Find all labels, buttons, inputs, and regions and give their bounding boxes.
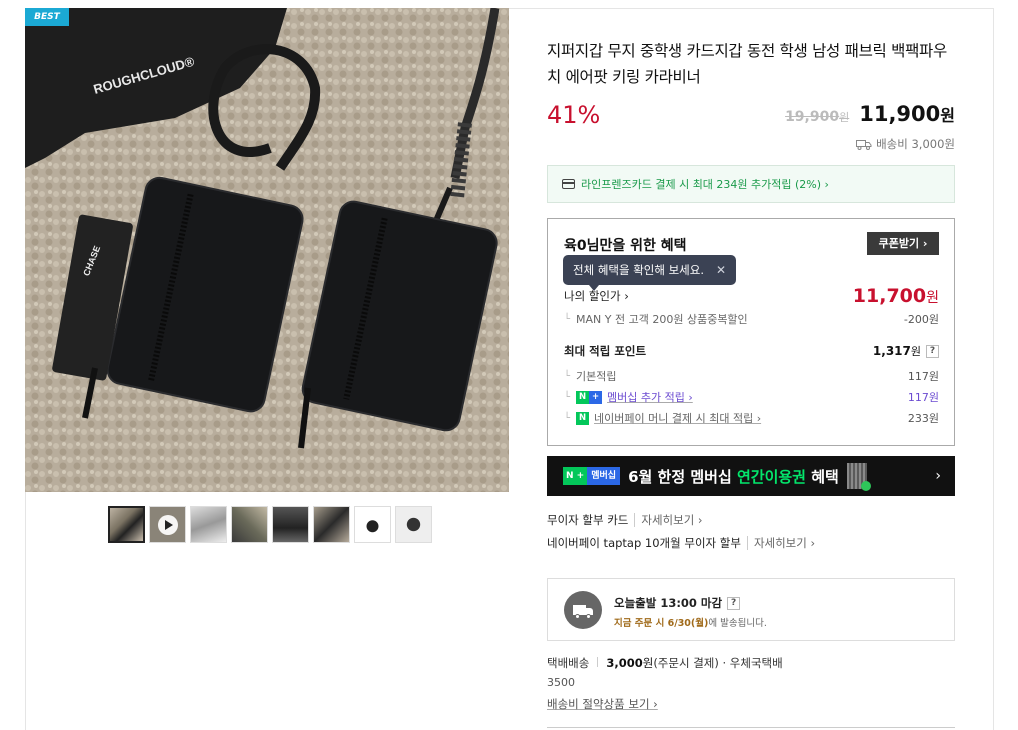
- coupon-line-row: └ MAN Y 전 고객 200원 상품중복할인 -200원: [564, 311, 939, 327]
- product-photo: ROUGHCLOUD® CHASE: [25, 8, 509, 492]
- membership-text: 6월 한정 멤버십 연간이용권 혜택: [628, 467, 839, 486]
- delivery-sub: 지금 주문 시 6/30(월)에 발송됩니다.: [614, 618, 767, 629]
- installment-naverpay-row: 네이버페이 taptap 10개월 무이자 할부 자세히보기 ›: [547, 535, 816, 551]
- tree-branch-icon: └: [564, 412, 571, 424]
- max-points-value: 1,317원?: [873, 343, 939, 359]
- shipping-carrier: · 우체국택배: [722, 656, 783, 670]
- discount-rate: 41%: [547, 101, 601, 129]
- delivery-title: 오늘출발 13:00 마감?: [614, 595, 741, 611]
- membership-banner[interactable]: N + 멤버십 6월 한정 멤버십 연간이용권 혜택 ›: [547, 456, 955, 496]
- main-product-image[interactable]: BEST ROUGHCLOUD® CHASE: [25, 8, 509, 492]
- sale-price: 11,900원: [859, 102, 955, 126]
- installment-card-row: 무이자 할부 카드 자세히보기 ›: [547, 512, 703, 528]
- member-points-value: 117원: [907, 391, 939, 404]
- product-title: 지퍼지갑 무지 중학생 카드지갑 동전 학생 남성 패브릭 백팩파우치 에어팟 …: [547, 42, 947, 86]
- best-badge: BEST: [25, 8, 69, 26]
- coupon-line-value: -200원: [903, 313, 939, 326]
- thumbnail-strip: [108, 506, 432, 543]
- truck-icon: [856, 139, 872, 150]
- delivery-box: 오늘출발 13:00 마감? 지금 주문 시 6/30(월)에 발송됩니다.: [547, 578, 955, 641]
- close-icon[interactable]: ✕: [716, 263, 726, 277]
- benefit-tooltip: 전체 혜택을 확인해 보세요. ✕: [563, 255, 737, 291]
- coupon-button[interactable]: 쿠폰받기 ›: [867, 232, 939, 255]
- chevron-right-icon: ›: [935, 468, 941, 484]
- membership-badge: N + 멤버십: [563, 467, 621, 485]
- benefit-title: 육0님만을 위한 혜택: [564, 238, 687, 254]
- installment-card-label: 무이자 할부 카드: [547, 513, 629, 527]
- shipping-saving-link[interactable]: 배송비 절약상품 보기 ›: [547, 696, 658, 712]
- thumbnail-5[interactable]: [272, 506, 309, 543]
- my-discount-label[interactable]: 나의 할인가 ›: [564, 288, 629, 304]
- max-points-row: 최대 적립 포인트 1,317원?: [564, 343, 939, 359]
- coupon-line-label: MAN Y 전 고객 200원 상품중복할인: [576, 313, 748, 326]
- shipping-method: 택배배송: [547, 656, 590, 670]
- naver-plus-icon: N +: [576, 390, 603, 404]
- installment-naverpay-label: 네이버페이 taptap 10개월 무이자 할부: [547, 536, 741, 550]
- member-points-row: └ N + 멤버십 추가 적립 › 117원: [564, 389, 939, 405]
- shipping-fee-note: (주문시 결제): [653, 656, 719, 670]
- naverpay-points-link[interactable]: 네이버페이 머니 결제 시 최대 적립 ›: [594, 410, 761, 426]
- member-points-link[interactable]: 멤버십 추가 적립 ›: [607, 389, 693, 405]
- shipping-fee-value: 3,000원: [606, 656, 654, 670]
- shipping-info: 택배배송 3,000원(주문시 결제) · 우체국택배: [547, 655, 783, 671]
- my-discount-row: 나의 할인가 › 11,700원: [564, 285, 939, 307]
- thumbnail-4[interactable]: [231, 506, 268, 543]
- thumbnail-6[interactable]: [313, 506, 350, 543]
- installment-card-more[interactable]: 자세히보기 ›: [634, 513, 703, 527]
- basic-points-row: └ 기본적립 117원: [564, 368, 939, 384]
- price-row: 19,900원 11,900원: [785, 102, 955, 126]
- thumbnail-7[interactable]: [354, 506, 391, 543]
- shipping-extra: 3500: [547, 676, 575, 689]
- my-discount-price: 11,700원: [852, 285, 939, 307]
- divider: [547, 727, 955, 728]
- thumbnail-2-video[interactable]: [149, 506, 186, 543]
- thumbnail-1[interactable]: [108, 506, 145, 543]
- max-points-label: 최대 적립 포인트: [564, 344, 647, 358]
- basic-points-value: 117원: [907, 370, 939, 383]
- ticket-icon: [846, 463, 871, 491]
- basic-points-label: 기본적립: [576, 370, 617, 383]
- card-benefit-banner[interactable]: 라인프렌즈카드 결제 시 최대 234원 추가적립 (2%) ›: [547, 165, 955, 203]
- original-price: 19,900원: [785, 109, 850, 125]
- play-icon: [157, 514, 178, 535]
- tree-branch-icon: └: [564, 391, 571, 403]
- shipping-fee-row: 배송비 3,000원: [856, 136, 955, 152]
- help-icon[interactable]: ?: [926, 344, 939, 358]
- tree-branch-icon: └: [564, 313, 571, 325]
- naverpay-icon: N: [576, 411, 590, 425]
- fast-delivery-icon: [564, 591, 602, 629]
- tree-branch-icon: └: [564, 370, 571, 382]
- credit-card-icon: [562, 179, 575, 189]
- thumbnail-8[interactable]: [395, 506, 432, 543]
- shipping-fee-text: 배송비 3,000원: [876, 137, 955, 151]
- naverpay-points-row: └ N 네이버페이 머니 결제 시 최대 적립 › 233원: [564, 410, 939, 426]
- help-icon[interactable]: ?: [727, 596, 741, 610]
- benefit-box: 육0님만을 위한 혜택 쿠폰받기 › 전체 혜택을 확인해 보세요. ✕ 나의 …: [547, 218, 955, 446]
- tooltip-text: 전체 혜택을 확인해 보세요.: [573, 263, 705, 277]
- naverpay-points-value: 233원: [907, 412, 939, 425]
- thumbnail-3[interactable]: [190, 506, 227, 543]
- card-benefit-text: 라인프렌즈카드 결제 시 최대 234원 추가적립 (2%) ›: [581, 178, 829, 191]
- installment-naverpay-more[interactable]: 자세히보기 ›: [746, 536, 816, 550]
